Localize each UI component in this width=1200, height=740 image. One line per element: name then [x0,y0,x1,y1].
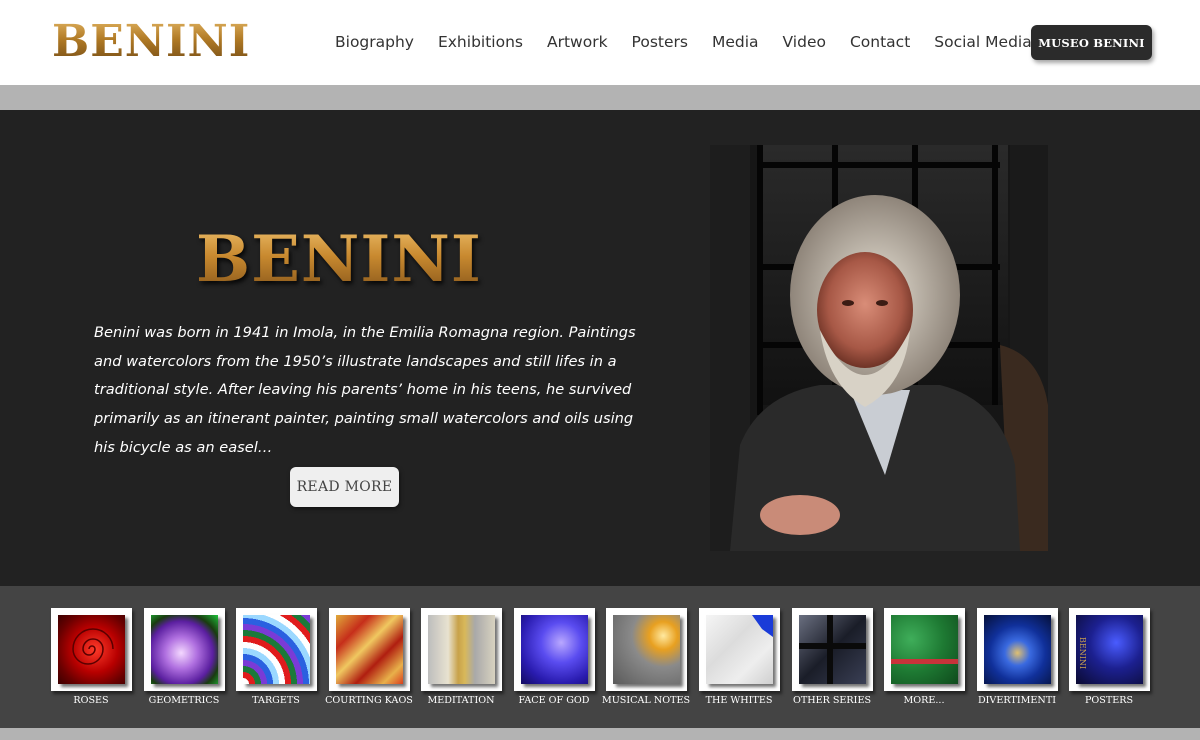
the-whites-thumbnail [706,615,773,684]
thumb-frame [236,608,317,691]
series-more[interactable]: MORE... [884,608,965,707]
read-more-button[interactable]: READ MORE [290,467,399,507]
thumb-frame [514,608,595,691]
museo-benini-button[interactable]: MUSEO BENINI [1031,25,1152,60]
series-other-series[interactable]: OTHER SERIES [792,608,873,707]
main-nav: Biography Exhibitions Artwork Posters Me… [335,31,1056,53]
series-divertimenti[interactable]: DIVERTIMENTI [977,608,1058,707]
nav-posters[interactable]: Posters [632,31,688,53]
thumb-frame: BENINI [1069,608,1150,691]
posters-thumbnail: BENINI [1076,615,1143,684]
targets-thumbnail [243,615,310,684]
thumb-frame [606,608,687,691]
thumb-frame [329,608,410,691]
nav-artwork[interactable]: Artwork [547,31,608,53]
bio-text: Benini was born in 1941 in Imola, in the… [94,324,636,456]
series-label: POSTERS [1084,695,1134,706]
nav-exhibitions[interactable]: Exhibitions [438,31,523,53]
series-geometrics[interactable]: GEOMETRICS [144,608,225,707]
divertimenti-thumbnail [984,615,1051,684]
series-the-whites[interactable]: THE WHITES [699,608,780,707]
series-posters[interactable]: BENINI POSTERS [1069,608,1150,707]
series-meditation[interactable]: MEDITATION [421,608,502,707]
thumb-frame [144,608,225,691]
series-gallery: ROSES GEOMETRICS TARGETS COURTING KAOS M… [0,586,1200,728]
series-courting-kaos[interactable]: COURTING KAOS [325,608,413,707]
nav-biography[interactable]: Biography [335,31,414,53]
face-of-god-thumbnail [521,615,588,684]
series-face-of-god[interactable]: FACE OF GOD [514,608,595,707]
site-logo[interactable]: BENINI [52,16,250,68]
site-header: BENINI Biography Exhibitions Artwork Pos… [0,0,1200,85]
poster-art-text: BENINI [1078,637,1087,670]
nav-media[interactable]: Media [712,31,759,53]
roses-thumbnail [58,615,125,684]
more-thumbnail [891,615,958,684]
series-roses[interactable]: ROSES [51,608,132,707]
artist-portrait [710,145,1048,551]
thumb-frame [792,608,873,691]
thumb-frame [977,608,1058,691]
hero-logo: BENINI [196,220,482,300]
nav-video[interactable]: Video [783,31,826,53]
nav-social-media[interactable]: Social Media [934,31,1031,53]
thumb-frame [699,608,780,691]
courting-kaos-thumbnail [336,615,403,684]
thumb-frame [421,608,502,691]
series-targets[interactable]: TARGETS [236,608,317,707]
portrait-image [710,145,1048,551]
series-musical-notes[interactable]: MUSICAL NOTES [602,608,690,707]
hero-section: BENINI Benini was born in 1941 in Imola,… [0,110,1200,586]
geometrics-thumbnail [151,615,218,684]
meditation-thumbnail [428,615,495,684]
other-series-thumbnail [799,615,866,684]
thumb-frame [884,608,965,691]
thumb-frame [51,608,132,691]
nav-contact[interactable]: Contact [850,31,910,53]
musical-notes-thumbnail [613,615,680,684]
